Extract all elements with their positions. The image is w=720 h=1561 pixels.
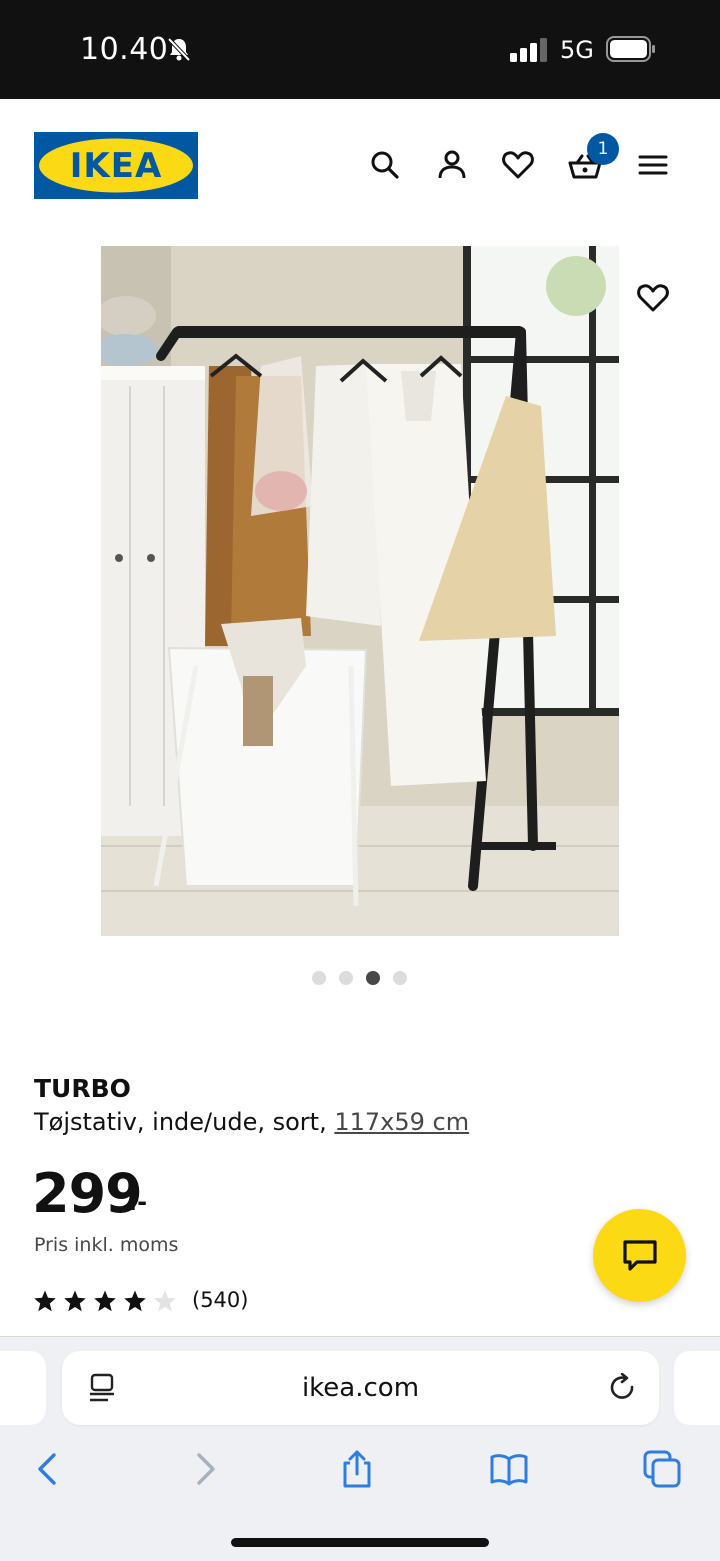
bookmarks-icon[interactable] <box>489 1449 529 1489</box>
add-to-wishlist-heart-icon[interactable] <box>635 280 671 316</box>
site-header: IKEA 1 <box>0 99 720 239</box>
star-filled-icon <box>34 1290 56 1312</box>
network-label: 5G <box>560 36 594 64</box>
signal-icon <box>510 38 547 62</box>
tabs-icon[interactable] <box>642 1449 682 1489</box>
home-indicator <box>231 1538 489 1547</box>
url-text: ikea.com <box>301 1373 420 1403</box>
price-suffix: .- <box>128 1188 148 1216</box>
menu-icon[interactable] <box>635 147 671 183</box>
star-filled-icon <box>94 1290 116 1312</box>
search-icon[interactable] <box>367 147 403 183</box>
status-time: 10.40 <box>80 32 169 67</box>
previous-tab-preview[interactable] <box>0 1351 46 1425</box>
next-tab-preview[interactable] <box>674 1351 720 1425</box>
gallery-dot[interactable] <box>393 971 407 985</box>
logo-text: IKEA <box>70 146 163 186</box>
clothes-rack-photo <box>101 246 619 936</box>
product-price: 299 <box>32 1162 143 1225</box>
review-count[interactable]: (540) <box>192 1288 248 1312</box>
address-bar[interactable]: ikea.com <box>62 1351 659 1425</box>
battery-icon <box>606 36 655 62</box>
rating-stars[interactable] <box>33 1289 177 1313</box>
price-note: Pris inkl. moms <box>34 1234 179 1256</box>
account-icon[interactable] <box>434 147 470 183</box>
star-filled-icon <box>124 1290 146 1312</box>
back-icon[interactable] <box>28 1449 68 1489</box>
chat-bubble-icon <box>623 1240 657 1271</box>
product-name: TURBO <box>34 1074 131 1103</box>
star-empty-icon <box>154 1290 176 1312</box>
wishlist-heart-icon[interactable] <box>500 147 536 183</box>
bell-off-icon <box>167 37 191 62</box>
star-filled-icon <box>64 1290 86 1312</box>
share-icon[interactable] <box>337 1449 377 1489</box>
product-dimension-link[interactable]: 117x59 cm <box>334 1108 469 1136</box>
gallery-pagination <box>312 971 407 985</box>
chat-button[interactable] <box>593 1209 686 1302</box>
gallery-dot[interactable] <box>339 971 353 985</box>
gallery-dot-active[interactable] <box>366 971 380 985</box>
cart-count-badge: 1 <box>587 133 619 165</box>
forward-icon[interactable] <box>185 1449 225 1489</box>
product-image[interactable] <box>101 246 619 936</box>
product-description: Tøjstativ, inde/ude, sort, 117x59 cm <box>34 1108 469 1136</box>
ikea-logo[interactable]: IKEA <box>34 132 198 199</box>
reload-icon[interactable] <box>608 1373 638 1403</box>
browser-toolbar: ikea.com <box>0 1336 720 1561</box>
gallery-dot[interactable] <box>312 971 326 985</box>
product-description-text: Tøjstativ, inde/ude, sort, <box>34 1108 327 1136</box>
status-bar: 10.40 5G <box>0 0 720 99</box>
